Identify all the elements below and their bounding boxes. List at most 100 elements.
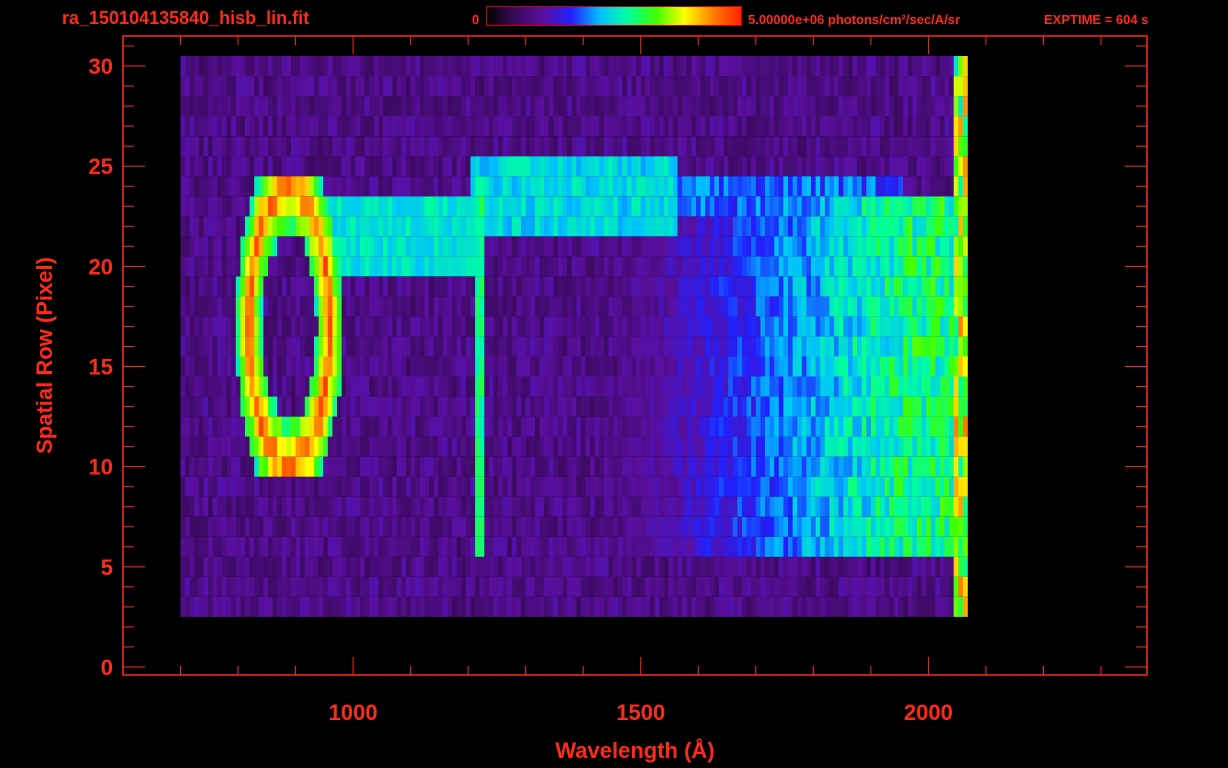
heatmap-cell <box>217 456 223 477</box>
heatmap-cell <box>189 556 195 577</box>
heatmap-cell <box>603 236 609 257</box>
heatmap-cell <box>843 96 849 117</box>
heatmap-cell <box>553 196 559 217</box>
heatmap-cell <box>866 536 872 557</box>
heatmap-cell <box>691 456 697 477</box>
heatmap-cell <box>479 316 485 337</box>
heatmap-cell <box>746 156 752 177</box>
heatmap-cell <box>304 396 310 417</box>
heatmap-cell <box>429 56 434 76</box>
heatmap-cell <box>765 576 770 597</box>
heatmap-cell <box>594 76 600 97</box>
heatmap-cell <box>659 236 665 257</box>
heatmap-cell <box>682 316 688 337</box>
heatmap-cell <box>838 236 844 257</box>
heatmap-cell <box>834 56 839 76</box>
heatmap-cell <box>198 176 204 197</box>
heatmap-cell <box>217 596 223 617</box>
heatmap-cell <box>548 416 554 437</box>
heatmap-cell <box>654 516 660 537</box>
heatmap-cell <box>470 436 476 457</box>
heatmap-cell <box>709 376 715 397</box>
heatmap-cell <box>691 176 697 197</box>
heatmap-cell <box>709 316 715 337</box>
heatmap-cell <box>834 376 839 397</box>
heatmap-cell <box>944 396 950 417</box>
heatmap-cell <box>709 476 715 497</box>
heatmap-cell <box>590 116 595 137</box>
heatmap-cell <box>484 236 490 257</box>
heatmap-cell <box>350 476 356 497</box>
heatmap-cell <box>461 136 467 157</box>
heatmap-cell <box>217 356 223 377</box>
heatmap-cell <box>470 576 476 597</box>
heatmap-cell <box>714 176 720 197</box>
heatmap-cell <box>465 76 471 97</box>
heatmap-cell <box>304 416 310 437</box>
heatmap-cell <box>438 516 444 537</box>
heatmap-cell <box>571 176 577 197</box>
heatmap-cell <box>263 276 269 297</box>
heatmap-cell <box>231 56 237 76</box>
heatmap-cell <box>732 116 738 137</box>
heatmap-cell <box>534 376 540 397</box>
heatmap-cell <box>419 236 425 257</box>
heatmap-cell <box>553 356 559 377</box>
heatmap-cell <box>668 316 674 337</box>
heatmap-cell <box>691 116 697 137</box>
heatmap-cell <box>594 456 600 477</box>
heatmap-cell <box>429 496 434 517</box>
heatmap-cell <box>935 336 941 357</box>
heatmap-cell <box>939 316 945 337</box>
heatmap-cell <box>254 116 260 137</box>
heatmap-cell <box>719 596 724 617</box>
heatmap-cell <box>728 556 734 577</box>
heatmap-cell <box>502 176 508 197</box>
heatmap-cell <box>811 196 816 217</box>
heatmap-cell <box>585 56 591 76</box>
heatmap-cell <box>304 376 310 397</box>
heatmap-cell <box>935 316 941 337</box>
heatmap-cell <box>898 316 904 337</box>
heatmap-cell <box>378 436 384 457</box>
heatmap-cell <box>857 476 862 497</box>
heatmap-cell <box>585 116 591 137</box>
heatmap-cell <box>686 136 692 157</box>
heatmap-cell <box>465 356 471 377</box>
heatmap-cell <box>433 576 439 597</box>
heatmap-cell <box>769 76 775 97</box>
heatmap-cell <box>599 76 605 97</box>
heatmap-cell <box>502 476 508 497</box>
heatmap-cell <box>953 136 959 157</box>
heatmap-cell <box>746 576 752 597</box>
heatmap-cell <box>189 396 195 417</box>
heatmap-cell <box>691 276 697 297</box>
heatmap-cell <box>286 556 292 577</box>
heatmap-cell <box>668 276 674 297</box>
heatmap-cell <box>438 56 444 76</box>
heatmap-cell <box>700 156 706 177</box>
heatmap-cell <box>355 296 361 317</box>
heatmap-cell <box>751 376 757 397</box>
heatmap-cell <box>185 356 190 377</box>
heatmap-cell <box>663 136 669 157</box>
heatmap-cell <box>406 156 411 177</box>
heatmap-cell <box>360 436 365 457</box>
heatmap-cell <box>650 576 655 597</box>
heatmap-cell <box>281 296 287 317</box>
heatmap-cell <box>857 176 862 197</box>
heatmap-cell <box>544 156 549 177</box>
heatmap-cell <box>470 456 476 477</box>
heatmap-cell <box>875 176 881 197</box>
heatmap-cell <box>709 556 715 577</box>
heatmap-cell <box>953 156 959 177</box>
heatmap-cell <box>585 196 591 217</box>
heatmap-cell <box>235 516 241 537</box>
heatmap-cell <box>488 436 494 457</box>
heatmap-cell <box>829 256 835 277</box>
heatmap-cell <box>406 456 411 477</box>
heatmap-cell <box>309 136 315 157</box>
heatmap-cell <box>820 296 826 317</box>
heatmap-cell <box>557 496 563 517</box>
heatmap-cell <box>723 536 729 557</box>
